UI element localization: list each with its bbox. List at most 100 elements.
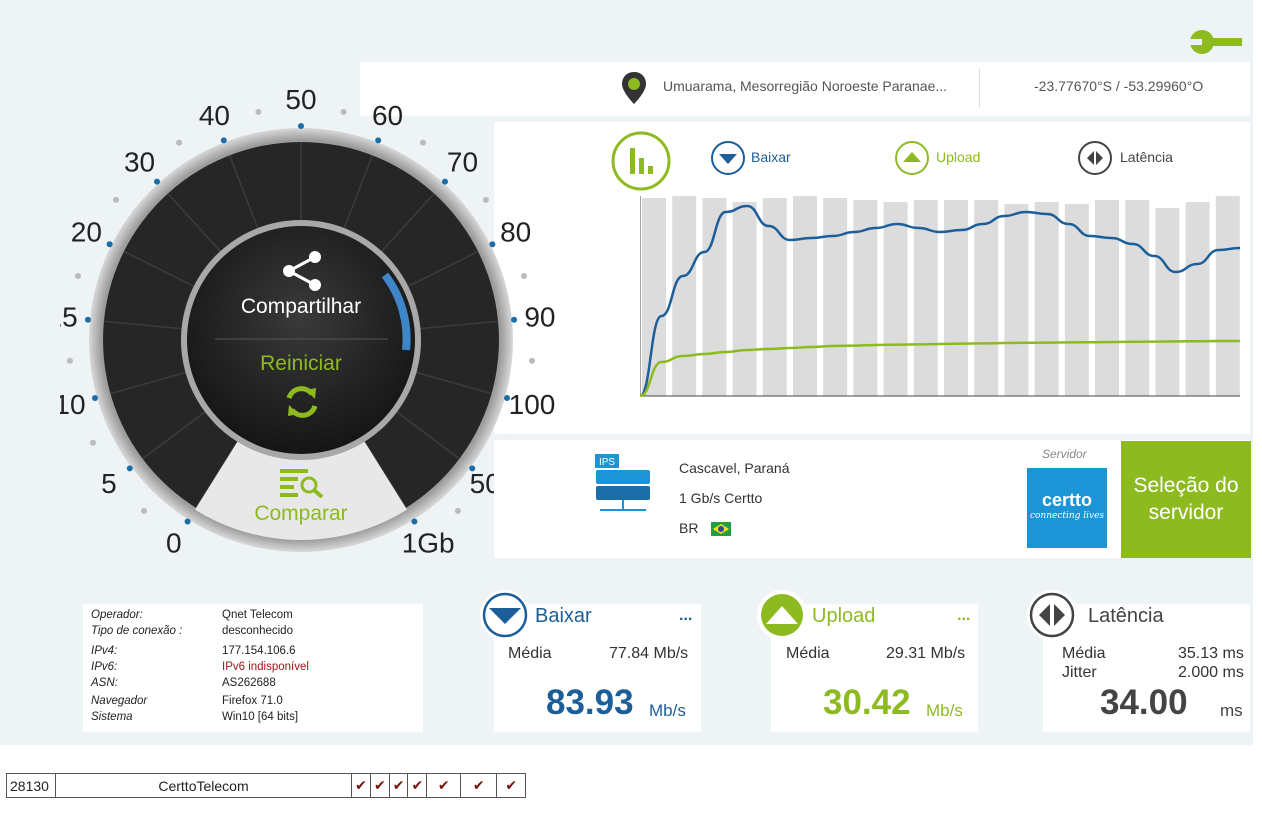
chart-bar (1034, 202, 1059, 396)
info-value: Qnet Telecom (222, 609, 293, 621)
download-speed-value: 83.93 (546, 683, 634, 722)
upload-speed-value: 30.42 (823, 683, 911, 722)
chart-bar (702, 198, 727, 396)
location-name: Umuarama, Mesorregião Noroeste Paranae..… (663, 78, 948, 94)
refresh-icon[interactable] (280, 380, 324, 424)
speedtest-app: Umuarama, Mesorregião Noroeste Paranae..… (0, 0, 1262, 839)
gauge-dot (141, 507, 148, 514)
info-label: ASN: (91, 677, 118, 689)
latency-legend-icon[interactable] (1077, 140, 1113, 176)
gauge-dot (419, 139, 426, 146)
certto-logo-tagline: connecting lives (1029, 511, 1105, 521)
gauge-dot (89, 439, 96, 446)
table-check-icon: ✔ (370, 773, 390, 798)
compare-icon[interactable] (278, 466, 326, 498)
bar-chart-icon[interactable] (610, 130, 672, 192)
restart-button[interactable]: Reiniciar (220, 352, 382, 376)
gauge-dot (113, 196, 120, 203)
gauge-tick-marker (126, 465, 133, 472)
table-check-icon: ✔ (388, 773, 409, 798)
gauge-tick-label: 70 (447, 146, 478, 177)
download-legend-icon[interactable] (710, 140, 746, 176)
gauge-tick-marker (441, 178, 448, 185)
chart-bar (1155, 208, 1180, 396)
server-capacity: 1 Gb/s Certto (679, 490, 763, 506)
info-label: Tipo de conexão : (91, 625, 183, 637)
chart-bar (1004, 204, 1029, 396)
compare-button[interactable]: Comparar (240, 502, 362, 526)
gauge-dot (66, 357, 73, 364)
upload-legend-label[interactable]: Upload (936, 149, 980, 165)
gauge-dot (340, 108, 347, 115)
table-check-icon: ✔ (460, 773, 498, 798)
gauge-dot (529, 357, 536, 364)
download-more-button[interactable]: ... (679, 607, 692, 625)
gauge-tick-label: 40 (199, 100, 230, 131)
gauge-tick-label: 5 (101, 468, 117, 499)
gauge-tick-marker (84, 316, 91, 323)
gauge-tick-marker (411, 518, 418, 525)
upload-title: Upload (812, 605, 876, 627)
gauge-dot (74, 273, 81, 280)
download-icon (480, 590, 530, 640)
gauge-tick-marker (375, 137, 382, 144)
download-title: Baixar (535, 605, 592, 627)
gauge-tick-label: 90 (524, 301, 555, 332)
upload-more-button[interactable]: ... (957, 607, 970, 625)
gauge-tick-label: 80 (500, 217, 531, 248)
gauge-tick-marker (220, 137, 227, 144)
gauge-dot (521, 273, 528, 280)
latency-legend-label[interactable]: Latência (1120, 149, 1173, 165)
chart-bar (1185, 202, 1210, 396)
upload-avg-value: 29.31 Mb/s (886, 645, 966, 662)
upload-icon (757, 590, 807, 640)
chart-bar (793, 196, 817, 396)
brazil-flag-icon (711, 522, 731, 536)
chart-bar (1125, 200, 1150, 396)
location-coordinates: -23.77670°S / -53.29960°O (1034, 78, 1204, 94)
gauge-tick-label: 20 (71, 217, 102, 248)
wrench-icon[interactable] (1188, 28, 1244, 56)
gauge-tick-label: 100 (509, 389, 556, 420)
latency-icon (1027, 590, 1077, 640)
gauge-tick-label: 15 (60, 301, 78, 332)
table-cell-id: 28130 (6, 773, 56, 798)
share-icon[interactable] (280, 248, 326, 294)
speed-history-chart (640, 196, 1240, 397)
server-city: Cascavel, Paraná (679, 460, 790, 476)
certto-logo-text: certto (1041, 490, 1092, 510)
info-label: IPv4: (91, 645, 118, 657)
info-value: AS262688 (222, 677, 276, 689)
upload-speed-unit: Mb/s (926, 701, 963, 720)
gauge-dot (482, 196, 489, 203)
upload-legend-icon[interactable] (894, 140, 930, 176)
info-label: Navegador (91, 695, 148, 707)
server-caption: Servidor (1042, 447, 1087, 461)
gauge-tick-marker (298, 123, 304, 129)
server-select-button[interactable]: Seleção do servidor (1121, 441, 1251, 558)
table-row: 28130 CerttoTelecom ✔ ✔ ✔ ✔ ✔ ✔ ✔ (6, 773, 527, 798)
latency-unit: ms (1220, 701, 1243, 720)
info-value: Firefox 71.0 (222, 695, 283, 707)
server-icon: IPS (595, 454, 650, 511)
gauge-tick-label: 50 (285, 85, 316, 115)
chart-bar (974, 200, 999, 396)
location-divider (979, 68, 980, 108)
jitter-label: Jitter (1062, 664, 1097, 681)
gauge-tick-marker (154, 178, 161, 185)
certto-logo: certto connecting lives (1027, 468, 1107, 548)
chart-bar (1095, 200, 1119, 396)
upload-avg-label: Média (786, 645, 830, 662)
latency-avg-value: 35.13 ms (1178, 645, 1244, 662)
chart-bar (642, 198, 666, 396)
download-legend-label[interactable]: Baixar (751, 149, 791, 165)
download-series-line (640, 204, 1240, 397)
table-check-icon: ✔ (351, 773, 371, 798)
table-check-icon: ✔ (407, 773, 428, 798)
share-button[interactable]: Compartilhar (220, 295, 382, 319)
gauge-tick-label: 10 (60, 389, 86, 420)
download-avg-label: Média (508, 645, 552, 662)
gauge-tick-marker (91, 394, 98, 401)
latency-value: 34.00 (1100, 683, 1188, 722)
gauge-dot (454, 507, 461, 514)
